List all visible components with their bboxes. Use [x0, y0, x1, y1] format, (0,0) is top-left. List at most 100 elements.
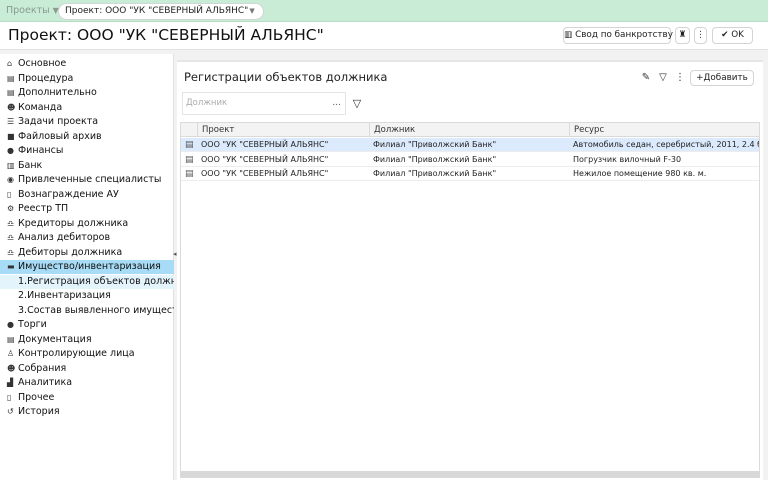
- sidebar-item-label: Команда: [18, 101, 63, 113]
- sidebar-item-documentation[interactable]: ▤ Документация: [0, 333, 174, 347]
- sidebar-item-controlling-persons[interactable]: ♙ Контролирующие лица: [0, 347, 174, 361]
- sidebar-item-tasks[interactable]: ☰ Задачи проекта: [0, 115, 174, 129]
- sidebar-item-remuneration[interactable]: ▯ Вознаграждение АУ: [0, 188, 174, 202]
- sidebar-collapse-handle[interactable]: ◂: [173, 250, 177, 258]
- sidebar-item-additional[interactable]: ▤ Дополнительно: [0, 86, 174, 100]
- sidebar-item-label: Аналитика: [18, 377, 73, 388]
- folder-icon: ■: [7, 131, 15, 141]
- history-icon: ↺: [7, 407, 14, 416]
- sidebar-item-label: 2.Инвентаризация: [18, 290, 111, 301]
- stamp-icon: ♜: [678, 30, 687, 40]
- caret-down-icon: ▼: [249, 7, 255, 15]
- scale-icon: ♎: [7, 247, 15, 257]
- column-header-icon: [181, 123, 197, 137]
- sidebar-item-property[interactable]: ▬ Имущество/инвентаризация: [0, 260, 174, 274]
- sidebar-subitem-inventory[interactable]: 2.Инвентаризация: [0, 289, 174, 303]
- document-icon: ▤: [7, 73, 15, 83]
- more-options-button[interactable]: ⋮: [694, 27, 707, 44]
- gear-icon: ⚙: [7, 204, 15, 213]
- sidebar-item-label: Банк: [18, 159, 43, 171]
- pencil-icon: ✎: [641, 72, 651, 83]
- sidebar-item-procedure[interactable]: ▤ Процедура: [0, 72, 174, 86]
- filter-toolbar-button[interactable]: ▽: [656, 71, 670, 85]
- column-header-debtor[interactable]: Должник: [369, 123, 569, 137]
- horizontal-scrollbar[interactable]: [181, 471, 759, 477]
- cell-debtor: Филиал "Приволжский Банк": [373, 169, 497, 178]
- sidebar-item-label: История: [18, 406, 60, 417]
- filter-ellipsis-button[interactable]: ...: [332, 98, 341, 108]
- sidebar-item-label: Финансы: [18, 145, 64, 156]
- column-header-project[interactable]: Проект: [197, 123, 369, 137]
- sidebar-item-label: Прочее: [18, 391, 55, 403]
- bank-icon: ▥: [7, 160, 15, 170]
- sidebar-item-label: Имущество/инвентаризация: [18, 261, 161, 272]
- cell-project: ООО "УК "СЕВЕРНЫЙ АЛЬЯНС": [201, 140, 329, 149]
- sidebar-item-registry[interactable]: ⚙ Реестр ТП: [0, 202, 174, 216]
- file-icon: ▯: [7, 189, 12, 199]
- cell-resource: Автомобиль седан, серебристый, 2011, 2.4…: [573, 140, 759, 149]
- sidebar-item-label: Кредиторы должника: [18, 217, 129, 229]
- more-vertical-icon: ⋮: [675, 72, 685, 83]
- sidebar: ⌂ Основное ▤ Процедура ▤ Дополнительно ☻ Ком…: [0, 54, 177, 480]
- page-header: Проект: ООО "УК "СЕВЕРНЫЙ АЛЬЯНС" ▥ Свод…: [0, 22, 768, 50]
- apply-filter-button[interactable]: ▽: [350, 97, 364, 111]
- add-button[interactable]: +Добавить: [690, 70, 754, 86]
- debtor-filter-input[interactable]: Должник ...: [182, 92, 346, 115]
- car-icon: ▬: [7, 262, 15, 271]
- home-icon: ⌂: [7, 59, 13, 68]
- chart-icon: ▟: [7, 378, 14, 387]
- page-title: Проект: ООО "УК "СЕВЕРНЫЙ АЛЬЯНС": [8, 26, 324, 44]
- sidebar-item-team[interactable]: ☻ Команда: [0, 101, 174, 115]
- sidebar-item-auctions[interactable]: ● Торги: [0, 318, 174, 332]
- sidebar-item-history[interactable]: ↺ История: [0, 405, 174, 419]
- sidebar-item-label: Торги: [18, 319, 47, 330]
- sidebar-item-label: Дебиторы должника: [18, 246, 123, 258]
- sidebar-item-label: Дополнительно: [18, 87, 97, 98]
- scale-icon: ♎: [7, 233, 15, 242]
- sidebar-item-analytics[interactable]: ▟ Аналитика: [0, 376, 174, 390]
- sidebar-item-creditors[interactable]: ♎ Кредиторы должника: [0, 217, 174, 231]
- table-row[interactable]: ▤ ООО "УК "СЕВЕРНЫЙ АЛЬЯНС" Филиал "Прив…: [181, 152, 759, 167]
- debtor-filter-placeholder: Должник: [186, 98, 228, 108]
- table-row[interactable]: ▤ ООО "УК "СЕВЕРНЫЙ АЛЬЯНС" Филиал "Прив…: [181, 138, 759, 152]
- bankruptcy-summary-button[interactable]: ▥ Свод по банкротству: [563, 27, 673, 44]
- sidebar-item-file-archive[interactable]: ■ Файловый архив: [0, 130, 174, 144]
- meeting-icon: ☻: [7, 363, 16, 373]
- main-panel: Регистрации объектов должника ✎ ▽ ⋮ +Доб…: [177, 60, 763, 480]
- tab-projects-label: Проекты: [6, 5, 50, 16]
- more-options-button[interactable]: ⋮: [673, 71, 687, 85]
- registrations-table: Проект Должник Ресурс ▤ ООО "УК "СЕВЕРНЫ…: [180, 122, 760, 478]
- tab-projects[interactable]: Проекты ▼: [6, 5, 59, 16]
- ok-button-label: OK: [731, 30, 744, 40]
- file-icon: ▯: [7, 392, 12, 402]
- document-icon: ▤: [185, 154, 194, 165]
- add-button-label: Добавить: [703, 73, 748, 83]
- funnel-icon: ▽: [659, 72, 667, 83]
- check-icon: ✔: [721, 30, 729, 40]
- sidebar-item-main[interactable]: ⌂ Основное: [0, 57, 174, 71]
- sidebar-item-specialists[interactable]: ◉ Привлеченные специалисты: [0, 173, 174, 187]
- sidebar-item-label: 3.Состав выявленного имуществ...: [18, 304, 174, 316]
- sidebar-item-label: Файловый архив: [18, 130, 102, 142]
- sidebar-subitem-property-composition[interactable]: 3.Состав выявленного имуществ...: [0, 304, 174, 318]
- edit-button[interactable]: ✎: [639, 71, 653, 85]
- sidebar-subitem-registration[interactable]: 1.Регистрация объектов должник...: [0, 274, 174, 289]
- sidebar-item-other[interactable]: ▯ Прочее: [0, 391, 174, 405]
- tab-active-project[interactable]: Проект: ООО "УК "СЕВЕРНЫЙ АЛЬЯНС"▼: [58, 3, 264, 20]
- funnel-icon: ▽: [352, 97, 362, 110]
- column-header-resource[interactable]: Ресурс: [569, 123, 759, 137]
- sidebar-item-label: Вознаграждение АУ: [18, 188, 119, 200]
- tab-active-label: Проект: ООО "УК "СЕВЕРНЫЙ АЛЬЯНС": [65, 6, 249, 16]
- sidebar-item-debtor-analysis[interactable]: ♎ Анализ дебиторов: [0, 231, 174, 245]
- bar-chart-icon: ▥: [564, 30, 573, 40]
- ok-button[interactable]: ✔ OK: [712, 27, 753, 44]
- stamp-button[interactable]: ♜: [675, 27, 690, 44]
- sidebar-item-meetings[interactable]: ☻ Собрания: [0, 362, 174, 376]
- cell-project: ООО "УК "СЕВЕРНЫЙ АЛЬЯНС": [201, 169, 329, 178]
- table-row[interactable]: ▤ ООО "УК "СЕВЕРНЫЙ АЛЬЯНС" Филиал "Прив…: [181, 167, 759, 181]
- sidebar-item-bank[interactable]: ▥ Банк: [0, 159, 174, 173]
- sidebar-item-finance[interactable]: ● Финансы: [0, 144, 174, 158]
- person-icon: ♙: [7, 349, 15, 358]
- sidebar-item-debtors[interactable]: ♎ Дебиторы должника: [0, 246, 174, 260]
- gavel-icon: ●: [7, 320, 14, 329]
